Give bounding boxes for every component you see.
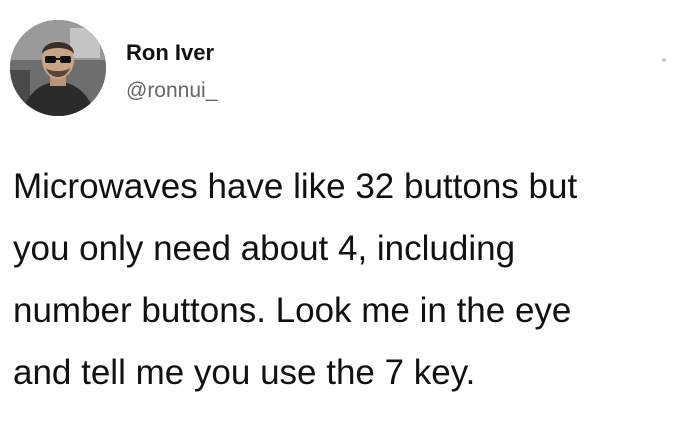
- tweet-text-line: and tell me you use the 7 key.: [13, 353, 476, 392]
- tweet-text-line: Microwaves have like 32 buttons but: [13, 167, 578, 206]
- profile-photo-icon: [10, 20, 106, 116]
- more-options-dot-icon: [662, 58, 666, 62]
- tweet-text: Microwaves have like 32 buttons but you …: [13, 156, 673, 404]
- tweet-text-line: you only need about 4, including: [13, 229, 516, 268]
- tweet-card: Ron Iver @ronnui_ Microwaves have like 3…: [0, 0, 682, 430]
- avatar[interactable]: [10, 20, 106, 116]
- author-handle[interactable]: @ronnui_: [126, 79, 217, 103]
- author-display-name[interactable]: Ron Iver: [126, 40, 214, 66]
- tweet-text-line: number buttons. Look me in the eye: [13, 291, 572, 330]
